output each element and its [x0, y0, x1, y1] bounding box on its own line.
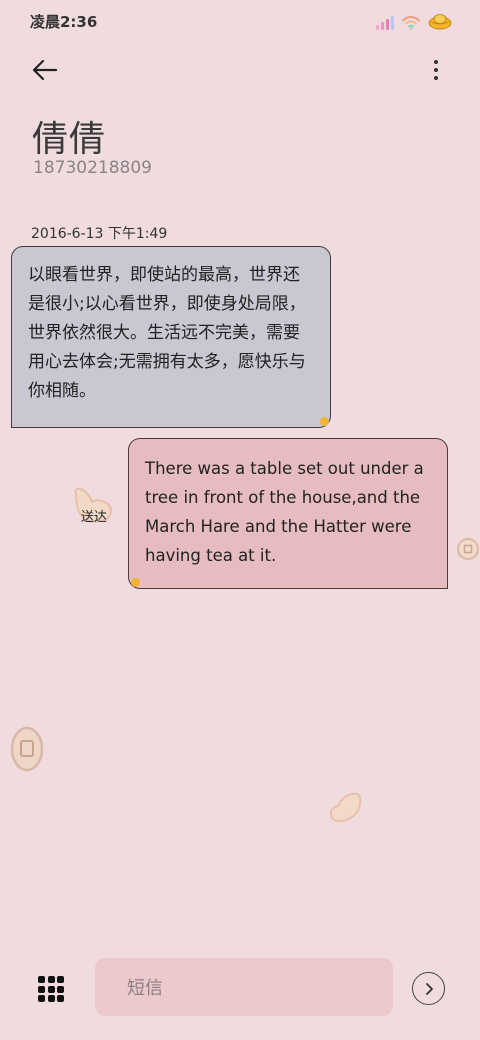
coin-icon	[457, 538, 479, 560]
message-input[interactable]: 短信	[95, 958, 393, 1016]
top-bar	[0, 48, 480, 92]
battery-icon	[428, 14, 452, 30]
wifi-icon	[402, 16, 420, 30]
more-menu-button[interactable]	[428, 54, 444, 86]
apps-grid-icon	[38, 976, 45, 983]
status-bar: 凌晨2:36	[0, 0, 480, 40]
back-arrow-icon	[32, 59, 58, 81]
delivery-status: 送达	[81, 510, 108, 525]
coin-icon	[10, 726, 44, 772]
contact-name: 倩倩	[32, 119, 107, 160]
message-timestamp: 2016-6-13 下午1:49	[31, 226, 168, 242]
status-icons	[376, 10, 452, 30]
outgoing-message-text: There was a table set out under a tree i…	[145, 459, 424, 565]
bubble-tail-dot	[320, 417, 329, 426]
status-time: 凌晨2:36	[30, 13, 98, 31]
composer-bar: 短信	[0, 950, 480, 1030]
gold-ingot-icon	[329, 792, 362, 823]
message-input-placeholder: 短信	[127, 978, 163, 999]
outgoing-message-bubble[interactable]: There was a table set out under a tree i…	[128, 438, 448, 589]
incoming-message-bubble[interactable]: 以眼看世界，即使站的最高，世界还是很小;以心看世界，即使身处局限，世界依然很大。…	[11, 246, 331, 428]
signal-icon	[376, 14, 394, 30]
more-vertical-icon	[434, 60, 438, 64]
contact-number[interactable]: 18730218809	[33, 158, 152, 178]
back-button[interactable]	[30, 54, 70, 86]
bubble-tail-dot	[131, 578, 140, 587]
send-arrow-icon	[425, 982, 433, 995]
send-button[interactable]	[412, 972, 445, 1005]
apps-grid-button[interactable]	[38, 976, 64, 1002]
incoming-message-text: 以眼看世界，即使站的最高，世界还是很小;以心看世界，即使身处局限，世界依然很大。…	[28, 265, 306, 401]
